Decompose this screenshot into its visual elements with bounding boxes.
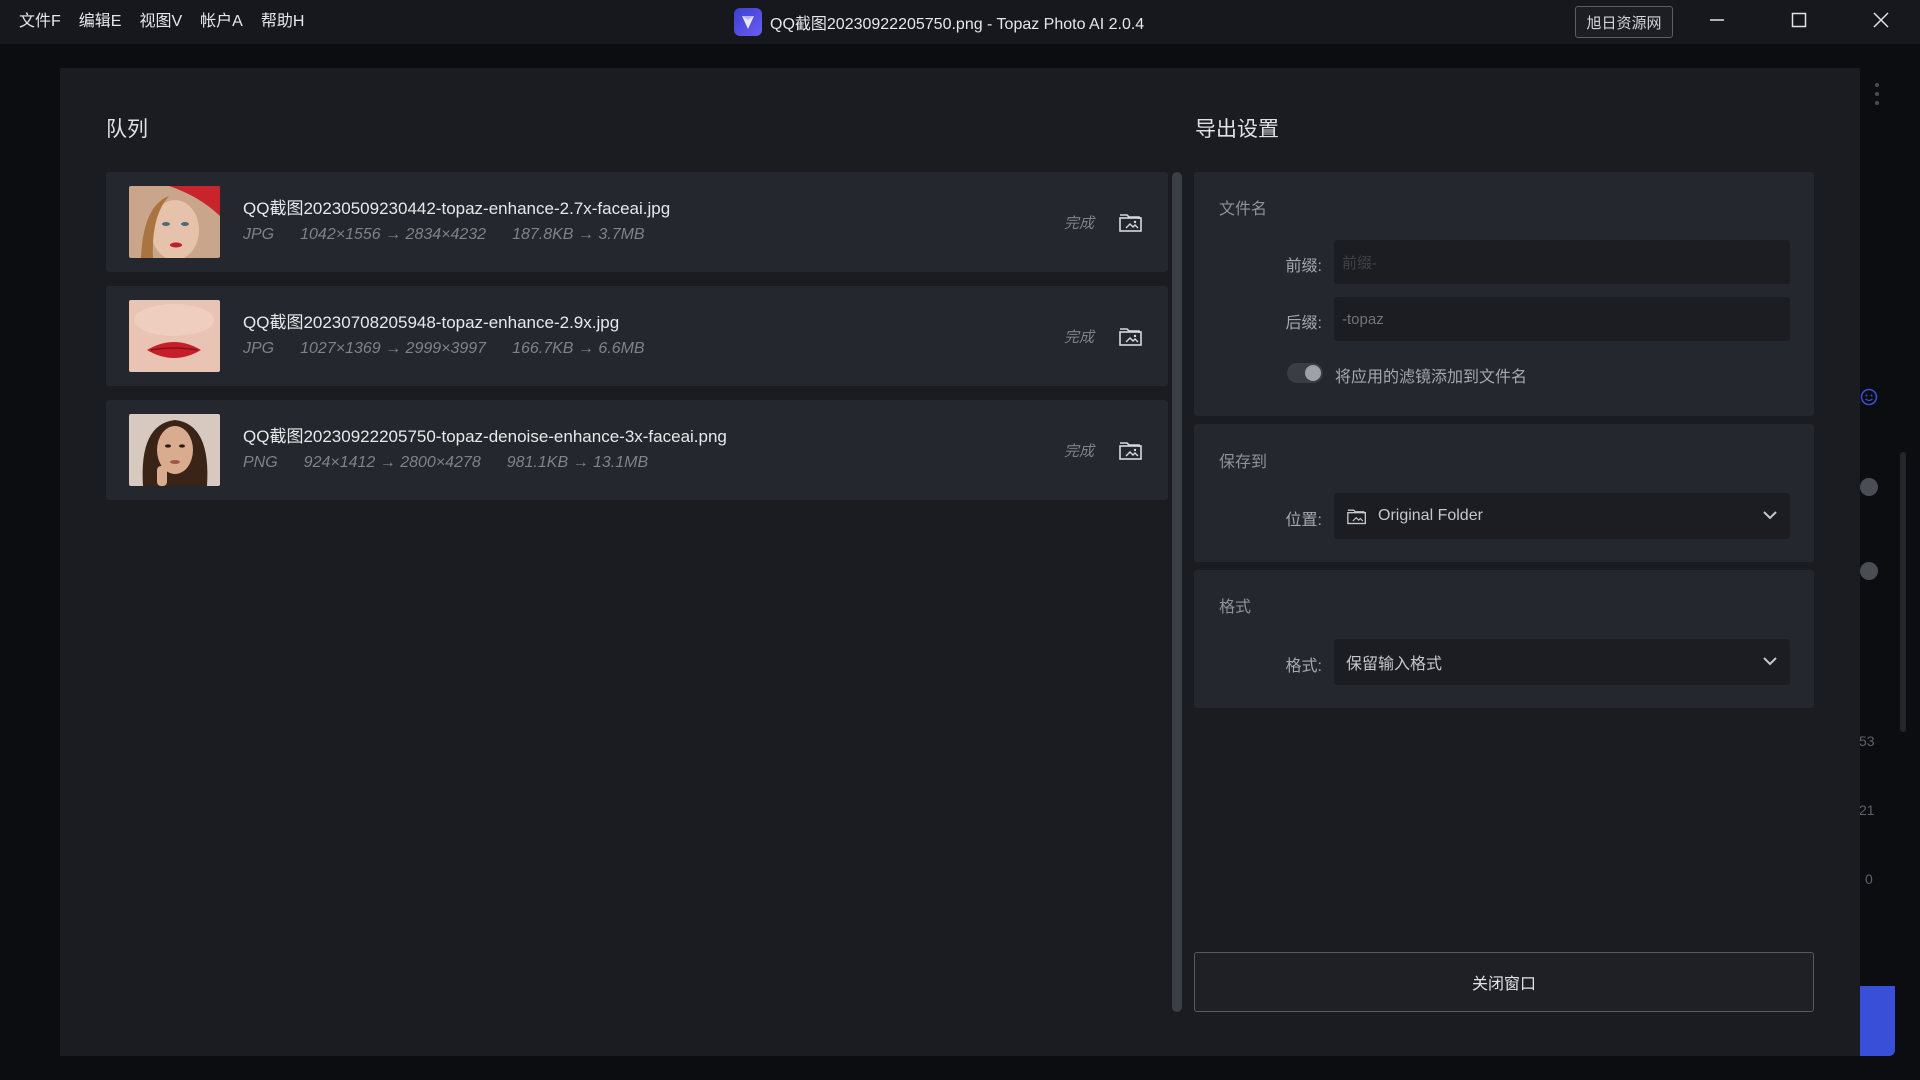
topaz-logo-icon <box>734 8 762 36</box>
close-dialog-button[interactable]: 关闭窗口 <box>1194 952 1814 1012</box>
queue-scrollbar[interactable] <box>1172 172 1182 1012</box>
title-bar: 文件F 编辑E 视图V 帐户A 帮助H QQ截图20230922205750.p… <box>0 0 1920 44</box>
more-options-icon[interactable] <box>1873 82 1881 111</box>
format-section-title: 格式 <box>1219 599 1252 616</box>
open-folder-icon[interactable] <box>1118 438 1144 462</box>
minimize-button[interactable] <box>1676 0 1758 44</box>
format-label: 格式: <box>1285 658 1322 675</box>
toggle-knob <box>1305 365 1321 381</box>
file-dimensions: 1027×1369 → 2999×3997 <box>300 340 487 357</box>
status-label: 完成 <box>1064 443 1095 460</box>
location-select[interactable]: Original Folder <box>1334 493 1790 539</box>
status-label: 完成 <box>1064 329 1095 346</box>
background-action-button <box>1860 986 1895 1056</box>
location-label: 位置: <box>1285 512 1322 529</box>
minimize-icon <box>1709 12 1725 33</box>
thumbnail <box>129 414 220 486</box>
background-value: 21 <box>1859 802 1875 818</box>
save-to-section-title: 保存到 <box>1219 454 1268 471</box>
suffix-label: 后缀: <box>1285 315 1322 332</box>
queue-item[interactable]: QQ截图20230922205750-topaz-denoise-enhance… <box>106 400 1168 500</box>
queue-list: QQ截图20230509230442-topaz-enhance-2.7x-fa… <box>106 172 1168 514</box>
export-settings-title: 导出设置 <box>1195 118 1279 141</box>
filter-name-toggle[interactable] <box>1287 363 1323 383</box>
file-name: QQ截图20230509230442-topaz-enhance-2.7x-fa… <box>243 199 671 218</box>
thumbnail <box>129 186 220 258</box>
background-scrollbar <box>1900 452 1906 732</box>
file-name: QQ截图20230708205948-topaz-enhance-2.9x.jp… <box>243 313 620 332</box>
background-toggle-knob <box>1860 478 1878 496</box>
window-title-group: QQ截图20230922205750.png - Topaz Photo AI … <box>734 0 1144 44</box>
thumbnail <box>129 300 220 372</box>
location-value: Original Folder <box>1378 507 1483 524</box>
menu-account[interactable]: 帐户A <box>191 0 252 44</box>
chevron-down-icon <box>1762 653 1778 674</box>
file-size: 166.7KB → 6.6MB <box>512 340 645 357</box>
filename-section-title: 文件名 <box>1219 201 1268 218</box>
close-icon <box>1873 11 1889 33</box>
folder-icon <box>1346 506 1368 526</box>
close-window-button[interactable] <box>1840 0 1920 44</box>
smiley-icon <box>1860 388 1878 411</box>
menu-edit[interactable]: 编辑E <box>70 0 131 44</box>
format-value: 保留输入格式 <box>1346 656 1443 673</box>
open-folder-icon[interactable] <box>1118 210 1144 234</box>
menu-view[interactable]: 视图V <box>130 0 191 44</box>
menu-file[interactable]: 文件F <box>10 0 70 44</box>
file-name: QQ截图20230922205750-topaz-denoise-enhance… <box>243 427 727 446</box>
prefix-input[interactable]: 前缀- <box>1334 240 1790 284</box>
background-value: 0 <box>1865 871 1873 887</box>
queue-title: 队列 <box>106 118 148 141</box>
background-value: 53 <box>1859 733 1875 749</box>
file-format: JPG <box>243 226 275 243</box>
maximize-icon <box>1791 12 1807 33</box>
chevron-down-icon <box>1762 507 1778 528</box>
file-size: 981.1KB → 13.1MB <box>506 454 649 471</box>
open-folder-icon[interactable] <box>1118 324 1144 348</box>
file-dimensions: 924×1412 → 2800×4278 <box>303 454 481 471</box>
filter-name-toggle-label: 将应用的滤镜添加到文件名 <box>1335 369 1528 386</box>
menu-bar: 文件F 编辑E 视图V 帐户A 帮助H <box>0 0 313 44</box>
status-label: 完成 <box>1064 215 1095 232</box>
file-meta: JPG 1042×1556 → 2834×4232 187.8KB → 3.7M… <box>243 226 645 244</box>
maximize-button[interactable] <box>1758 0 1840 44</box>
background-toggle-knob <box>1860 562 1878 580</box>
window-title: QQ截图20230922205750.png - Topaz Photo AI … <box>770 16 1145 33</box>
file-size: 187.8KB → 3.7MB <box>512 226 645 243</box>
queue-item[interactable]: QQ截图20230509230442-topaz-enhance-2.7x-fa… <box>106 172 1168 272</box>
file-dimensions: 1042×1556 → 2834×4232 <box>300 226 487 243</box>
menu-help[interactable]: 帮助H <box>252 0 314 44</box>
watermark-badge: 旭日资源网 <box>1575 6 1673 38</box>
file-meta: PNG 924×1412 → 2800×4278 981.1KB → 13.1M… <box>243 454 648 472</box>
suffix-input[interactable]: -topaz <box>1334 297 1790 341</box>
format-select[interactable]: 保留输入格式 <box>1334 639 1790 685</box>
file-format: JPG <box>243 340 275 357</box>
file-meta: JPG 1027×1369 → 2999×3997 166.7KB → 6.6M… <box>243 340 645 358</box>
queue-item[interactable]: QQ截图20230708205948-topaz-enhance-2.9x.jp… <box>106 286 1168 386</box>
prefix-label: 前缀: <box>1285 258 1322 275</box>
file-format: PNG <box>243 454 278 471</box>
